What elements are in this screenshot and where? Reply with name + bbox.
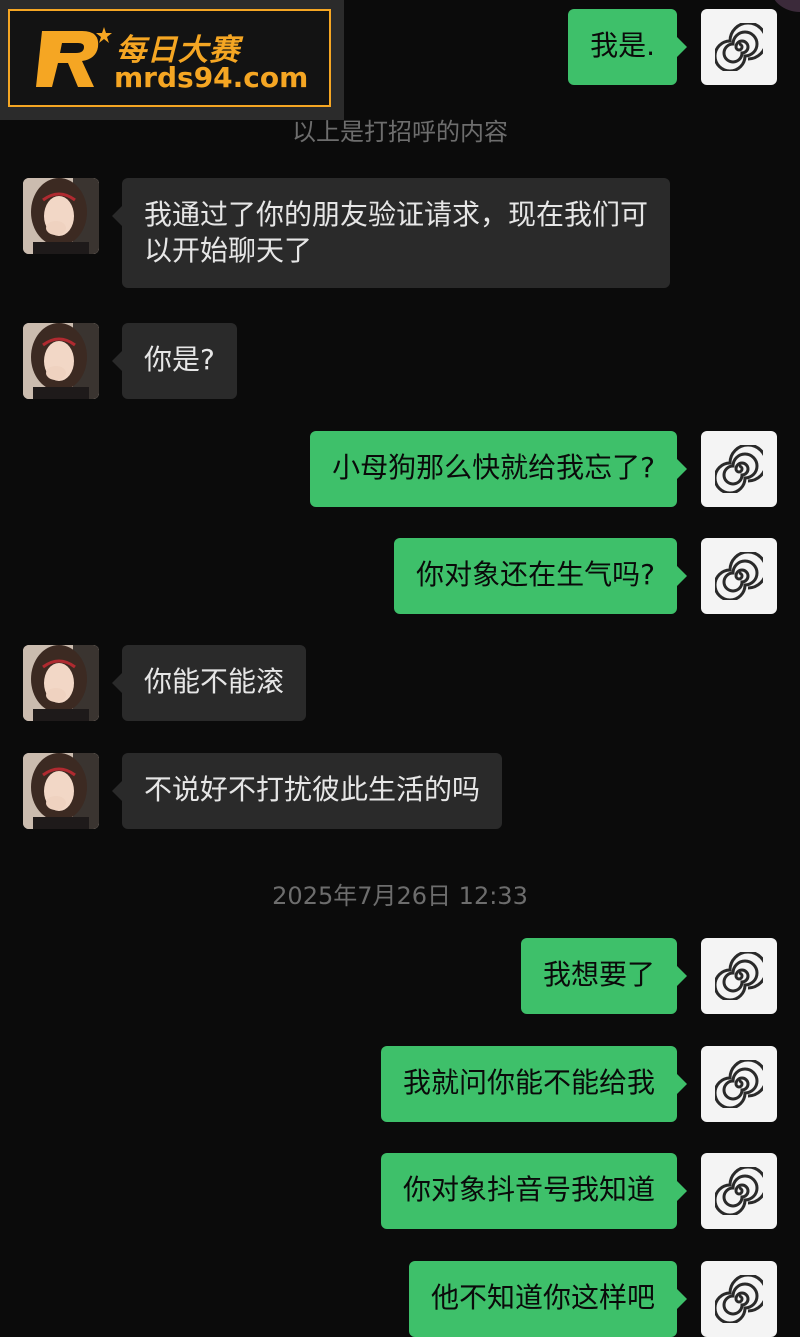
girl-photo-image: [23, 178, 99, 254]
girl-photo-avatar[interactable]: [23, 645, 99, 721]
spiral-icon: [715, 1167, 763, 1215]
message-text: 我是.: [590, 29, 655, 62]
message-text: 我想要了: [542, 958, 655, 991]
girl-photo-avatar[interactable]: [23, 323, 99, 399]
message-text: 我就问你能不能给我: [402, 1066, 655, 1099]
spiral-avatar[interactable]: [701, 938, 777, 1014]
outgoing-message-bubble[interactable]: 你对象还在生气吗?: [394, 538, 687, 614]
watermark-url: mrds94.com: [114, 61, 309, 94]
incoming-message-bubble[interactable]: 我通过了你的朋友验证请求，现在我们可以开始聊天了: [112, 178, 670, 288]
outgoing-message-bubble[interactable]: 我想要了: [520, 938, 688, 1014]
outgoing-message-bubble[interactable]: 你对象抖音号我知道: [380, 1153, 688, 1229]
spiral-icon: [715, 1275, 763, 1323]
spiral-icon: [715, 23, 763, 71]
incoming-message-bubble[interactable]: 你是?: [112, 323, 237, 399]
spiral-avatar[interactable]: [701, 1046, 777, 1122]
spiral-icon: [715, 552, 763, 600]
incoming-message-bubble[interactable]: 不说好不打扰彼此生活的吗: [111, 753, 503, 829]
message-text: 你对象抖音号我知道: [402, 1173, 655, 1206]
watermark-logo-box: 每日大赛 mrds94.com: [8, 9, 331, 107]
outgoing-message-bubble[interactable]: 他不知道你这样吧: [408, 1261, 688, 1337]
girl-photo-image: [23, 753, 99, 829]
spiral-avatar[interactable]: [701, 9, 777, 85]
spiral-icon: [715, 952, 763, 1000]
girl-photo-image: [23, 645, 99, 721]
spiral-avatar[interactable]: [701, 538, 777, 614]
outgoing-message-bubble[interactable]: 小母狗那么快就给我忘了?: [310, 431, 687, 507]
brand-r-star-logo: [36, 27, 112, 87]
girl-photo-image: [23, 323, 99, 399]
spiral-avatar[interactable]: [701, 431, 777, 507]
watermark-panel: 每日大赛 mrds94.com: [0, 0, 344, 120]
message-text: 我通过了你的朋友验证请求，现在我们可以开始聊天了: [144, 198, 649, 267]
spiral-avatar[interactable]: [701, 1153, 777, 1229]
spiral-avatar[interactable]: [701, 1261, 777, 1337]
message-text: 小母狗那么快就给我忘了?: [332, 451, 655, 484]
message-text: 你能不能滚: [144, 665, 285, 698]
message-text: 他不知道你这样吧: [430, 1281, 655, 1314]
message-text: 你是?: [144, 343, 215, 376]
girl-photo-avatar[interactable]: [23, 753, 99, 829]
spiral-icon: [715, 445, 763, 493]
timestamp-notice: 2025年7月26日 12:33: [272, 882, 528, 910]
message-text: 不说好不打扰彼此生活的吗: [144, 773, 481, 806]
outgoing-message-bubble[interactable]: 我就问你能不能给我: [380, 1046, 688, 1122]
outgoing-message-bubble[interactable]: 我是.: [568, 9, 687, 85]
greeting-notice: 以上是打招呼的内容: [292, 118, 508, 146]
message-text: 你对象还在生气吗?: [416, 558, 655, 591]
incoming-message-bubble[interactable]: 你能不能滚: [111, 645, 307, 721]
girl-photo-avatar[interactable]: [23, 178, 99, 254]
spiral-icon: [715, 1060, 763, 1108]
